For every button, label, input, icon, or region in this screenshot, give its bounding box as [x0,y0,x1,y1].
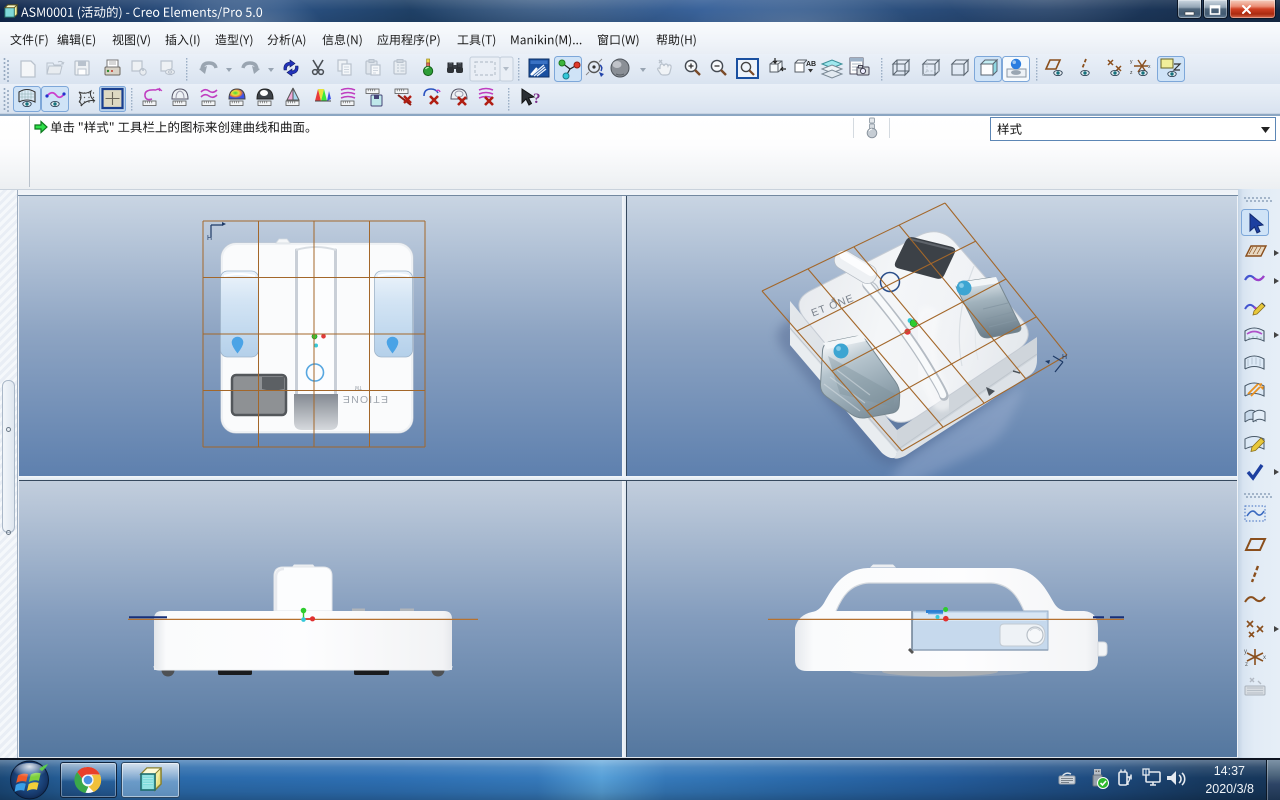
svg-text:y: y [1244,649,1247,655]
svg-text:?: ? [533,91,541,107]
svg-text:y: y [1130,59,1133,65]
svg-text:AB: AB [806,61,816,68]
svg-text:z: z [1130,70,1133,76]
svg-text:x: x [1148,64,1151,70]
svg-text:TM: TM [355,384,362,390]
svg-text:ETIONE: ETIONE [342,393,388,405]
svg-text:H: H [1062,354,1067,361]
svg-text:H: H [207,235,212,242]
svg-text:x: x [1263,655,1266,661]
svg-text:z: z [1245,662,1248,668]
